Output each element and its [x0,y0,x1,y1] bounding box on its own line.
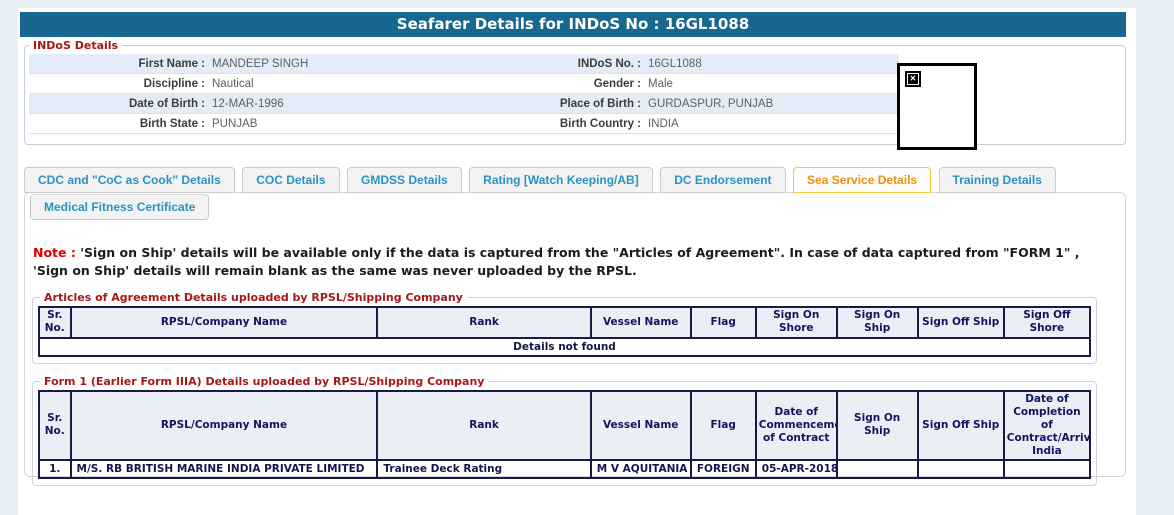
seafarer-photo-placeholder: ✕ [897,63,977,150]
tab-rating-watch-keeping-ab[interactable]: Rating [Watch Keeping/AB] [469,167,653,193]
indos-details-legend: INDoS Details [29,39,122,52]
indos-no-label: INDoS No. : [461,54,641,74]
tab-training-details[interactable]: Training Details [939,167,1056,193]
articles-of-agreement-section: Articles of Agreement Details uploaded b… [32,291,1097,363]
col-sign-on-shore: Sign On Shore [756,307,837,337]
details-not-found-message: Details not found [39,338,1090,356]
cell-sign-on-ship [837,460,918,478]
cell-sr-no: 1. [39,460,71,478]
col-sr-no: Sr. No. [39,391,71,461]
detail-row-discipline-gender: Discipline : Nautical Gender : Male [29,74,899,94]
birth-state-value: PUNJAB [212,114,454,134]
cell-flag: FOREIGN [691,460,756,478]
discipline-label: Discipline : [29,74,205,94]
detail-row-birth-state-country: Birth State : PUNJAB Birth Country : IND… [29,114,899,134]
cell-date-of-commencement: 05-APR-2018 [756,460,837,478]
gender-value: Male [648,74,899,94]
col-flag: Flag [691,391,756,461]
col-vessel-name: Vessel Name [591,307,691,337]
date-of-birth-value: 12-MAR-1996 [212,94,454,114]
tab-dc-endorsement[interactable]: DC Endorsement [660,167,785,193]
detail-row-name-indos: First Name : MANDEEP SINGH INDoS No. : 1… [29,54,899,74]
main-page: Seafarer Details for INDoS No : 16GL1088… [18,8,1136,515]
cell-sign-off-ship [918,460,1004,478]
col-rpsl-company-name: RPSL/Company Name [71,307,378,337]
tab-strip-row1: CDC and "CoC as Cook" Details COC Detail… [24,167,1136,193]
indos-no-value: 16GL1088 [648,54,899,74]
cell-date-of-completion [1004,460,1090,478]
birth-country-label: Birth Country : [461,114,641,134]
col-rpsl-company-name: RPSL/Company Name [71,391,378,461]
articles-header-row: Sr. No. RPSL/Company Name Rank Vessel Na… [39,307,1090,337]
cell-vessel-name: M V AQUITANIA [591,460,691,478]
col-sign-on-ship: Sign On Ship [837,391,918,461]
col-flag: Flag [691,307,756,337]
detail-row-birth: Date of Birth : 12-MAR-1996 Place of Bir… [29,94,899,114]
col-sign-off-ship: Sign Off Ship [918,307,1004,337]
sign-on-ship-note: Note : 'Sign on Ship' details will be av… [33,244,1111,280]
note-text: 'Sign on Ship' details will be available… [33,245,1079,278]
articles-of-agreement-legend: Articles of Agreement Details uploaded b… [40,291,467,304]
cell-rank: Trainee Deck Rating [377,460,590,478]
sea-service-panel: Medical Fitness Certificate Note : 'Sign… [24,192,1126,477]
form1-legend: Form 1 (Earlier Form IIIA) Details uploa… [40,375,488,388]
col-date-of-completion: Date of Completion of Contract/Arriving … [1004,391,1090,461]
indos-details-section: INDoS Details First Name : MANDEEP SINGH… [24,39,1126,145]
tab-coc-details[interactable]: COC Details [242,167,339,193]
col-date-of-commencement: Date of Commencement of Contract [756,391,837,461]
col-sign-on-ship: Sign On Ship [837,307,918,337]
tab-sea-service-details[interactable]: Sea Service Details [793,167,931,193]
col-sr-no: Sr. No. [39,307,71,337]
cell-rpsl-company-name: M/S. RB BRITISH MARINE INDIA PRIVATE LIM… [71,460,378,478]
tab-medical-fitness-certificate[interactable]: Medical Fitness Certificate [30,194,209,220]
form1-header-row: Sr. No. RPSL/Company Name Rank Vessel Na… [39,391,1090,461]
first-name-value: MANDEEP SINGH [212,54,454,74]
table-row: 1. M/S. RB BRITISH MARINE INDIA PRIVATE … [39,460,1090,478]
page-title: Seafarer Details for INDoS No : 16GL1088 [20,12,1126,37]
broken-image-icon: ✕ [905,71,921,87]
articles-of-agreement-table: Sr. No. RPSL/Company Name Rank Vessel Na… [38,306,1091,356]
place-of-birth-value: GURDASPUR, PUNJAB [648,94,899,114]
first-name-label: First Name : [29,54,205,74]
empty-row: Details not found [39,338,1090,356]
gender-label: Gender : [461,74,641,94]
tab-cdc-coc-as-cook-details[interactable]: CDC and "CoC as Cook" Details [24,167,235,193]
col-vessel-name: Vessel Name [591,391,691,461]
note-prefix: Note : [33,245,76,260]
birth-state-label: Birth State : [29,114,205,134]
tab-gmdss-details[interactable]: GMDSS Details [347,167,462,193]
col-rank: Rank [377,307,590,337]
col-sign-off-shore: Sign Off Shore [1004,307,1090,337]
discipline-value: Nautical [212,74,454,94]
date-of-birth-label: Date of Birth : [29,94,205,114]
form1-section: Form 1 (Earlier Form IIIA) Details uploa… [32,375,1097,487]
place-of-birth-label: Place of Birth : [461,94,641,114]
form1-table: Sr. No. RPSL/Company Name Rank Vessel Na… [38,390,1091,480]
tab-strip-row2: Medical Fitness Certificate [30,194,1125,220]
birth-country-value: INDIA [648,114,899,134]
col-sign-off-ship: Sign Off Ship [918,391,1004,461]
col-rank: Rank [377,391,590,461]
